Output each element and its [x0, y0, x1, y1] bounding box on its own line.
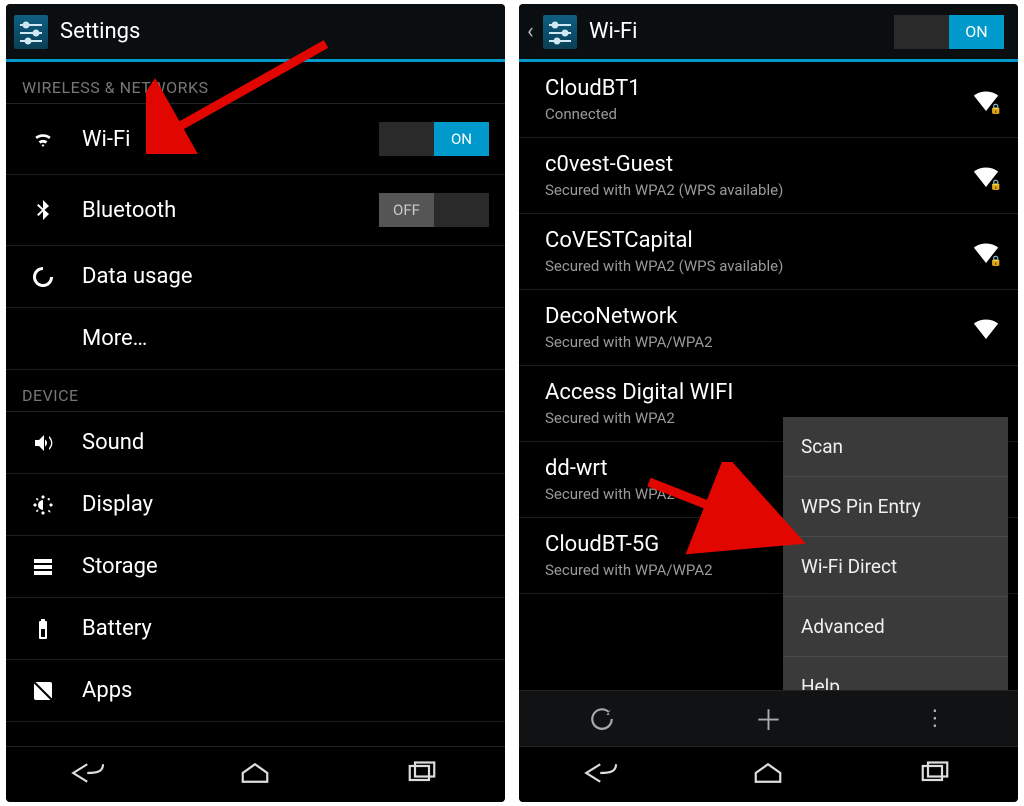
wifi-toggle[interactable]: ON: [379, 122, 489, 156]
add-network-button[interactable]: ＋: [685, 699, 851, 739]
row-apps[interactable]: Apps: [6, 660, 505, 722]
row-data-usage-label: Data usage: [82, 264, 193, 289]
section-wireless-networks: WIRELESS & NETWORKS: [6, 62, 505, 104]
wifi-signal-icon: [972, 317, 1000, 339]
data-usage-icon: [26, 265, 60, 289]
wifi-ssid: c0vest-Guest: [545, 152, 972, 177]
lock-icon: 🔒: [990, 180, 1002, 191]
row-storage-label: Storage: [82, 554, 158, 579]
bluetooth-toggle[interactable]: OFF: [379, 193, 489, 227]
wifi-status: Connected: [545, 105, 972, 123]
page-title: Wi-Fi: [589, 19, 894, 44]
toggle-on-label: ON: [434, 122, 489, 156]
battery-icon: [26, 617, 60, 641]
menu-item-wps-pin[interactable]: WPS Pin Entry: [783, 477, 1008, 537]
action-bar: Settings: [6, 4, 505, 59]
row-display-label: Display: [82, 492, 153, 517]
row-more[interactable]: More…: [6, 308, 505, 370]
settings-list[interactable]: WIRELESS & NETWORKS Wi-Fi ON Bluetooth O…: [6, 62, 505, 746]
row-storage[interactable]: Storage: [6, 536, 505, 598]
row-battery-label: Battery: [82, 616, 152, 641]
row-display[interactable]: Display: [6, 474, 505, 536]
wifi-icon: [26, 127, 60, 151]
page-title: Settings: [60, 19, 491, 44]
nav-recent-button[interactable]: [914, 759, 956, 791]
section-device: DEVICE: [6, 370, 505, 412]
row-wifi[interactable]: Wi-Fi ON: [6, 104, 505, 175]
wifi-ssid: Access Digital WIFI: [545, 380, 972, 405]
lock-icon: 🔒: [990, 104, 1002, 115]
wifi-signal-icon: 🔒: [972, 165, 1000, 187]
row-battery[interactable]: Battery: [6, 598, 505, 660]
apps-icon: [26, 679, 60, 703]
nav-recent-button[interactable]: [401, 759, 443, 791]
back-caret-icon[interactable]: ‹: [527, 19, 541, 44]
wifi-ssid: CloudBT1: [545, 76, 972, 101]
toggle-off-label: OFF: [379, 193, 434, 227]
settings-screen: Settings WIRELESS & NETWORKS Wi-Fi ON Bl…: [6, 4, 505, 802]
wifi-network-list[interactable]: CloudBT1 Connected 🔒 c0vest-Guest Secure…: [519, 62, 1018, 690]
menu-item-advanced[interactable]: Advanced: [783, 597, 1008, 657]
action-bar: ‹ Wi-Fi ON: [519, 4, 1018, 59]
wifi-toolbar: ＋ ⋮: [519, 690, 1018, 746]
wifi-screen: ‹ Wi-Fi ON CloudBT1 Connected 🔒 c0vest-G…: [519, 4, 1018, 802]
display-icon: [26, 493, 60, 517]
nav-bar: [6, 746, 505, 802]
row-bluetooth[interactable]: Bluetooth OFF: [6, 175, 505, 246]
settings-app-icon[interactable]: [543, 15, 577, 49]
wifi-signal-icon: 🔒: [972, 241, 1000, 263]
overflow-menu: Scan WPS Pin Entry Wi-Fi Direct Advanced…: [783, 417, 1008, 690]
row-bluetooth-label: Bluetooth: [82, 198, 176, 223]
wifi-network-row[interactable]: CoVESTCapital Secured with WPA2 (WPS ava…: [519, 214, 1018, 290]
row-data-usage[interactable]: Data usage: [6, 246, 505, 308]
wifi-network-row[interactable]: DecoNetwork Secured with WPA/WPA2: [519, 290, 1018, 366]
menu-item-wifi-direct[interactable]: Wi-Fi Direct: [783, 537, 1008, 597]
overflow-button[interactable]: ⋮: [852, 706, 1018, 731]
wifi-network-row[interactable]: c0vest-Guest Secured with WPA2 (WPS avai…: [519, 138, 1018, 214]
lock-icon: 🔒: [990, 256, 1002, 267]
nav-back-button[interactable]: [581, 759, 623, 791]
row-more-label: More…: [82, 326, 147, 351]
wifi-ssid: DecoNetwork: [545, 304, 972, 329]
menu-item-help[interactable]: Help: [783, 657, 1008, 690]
wifi-status: Secured with WPA2 (WPS available): [545, 181, 972, 199]
refresh-button[interactable]: [519, 706, 685, 732]
settings-app-icon: [14, 15, 48, 49]
row-apps-label: Apps: [82, 678, 132, 703]
wifi-status: Secured with WPA2 (WPS available): [545, 257, 972, 275]
nav-home-button[interactable]: [234, 759, 276, 791]
nav-bar: [519, 746, 1018, 802]
sound-icon: [26, 431, 60, 455]
wifi-master-toggle[interactable]: ON: [894, 15, 1004, 49]
menu-item-scan[interactable]: Scan: [783, 417, 1008, 477]
toggle-on-label: ON: [949, 15, 1004, 49]
wifi-signal-icon: 🔒: [972, 89, 1000, 111]
row-sound-label: Sound: [82, 430, 144, 455]
bluetooth-icon: [26, 198, 60, 222]
row-sound[interactable]: Sound: [6, 412, 505, 474]
wifi-status: Secured with WPA/WPA2: [545, 333, 972, 351]
wifi-network-row[interactable]: CloudBT1 Connected 🔒: [519, 62, 1018, 138]
row-wifi-label: Wi-Fi: [82, 127, 130, 152]
wifi-ssid: CoVESTCapital: [545, 228, 972, 253]
wifi-signal-icon: [972, 393, 1000, 415]
nav-home-button[interactable]: [747, 759, 789, 791]
storage-icon: [26, 555, 60, 579]
nav-back-button[interactable]: [68, 759, 110, 791]
